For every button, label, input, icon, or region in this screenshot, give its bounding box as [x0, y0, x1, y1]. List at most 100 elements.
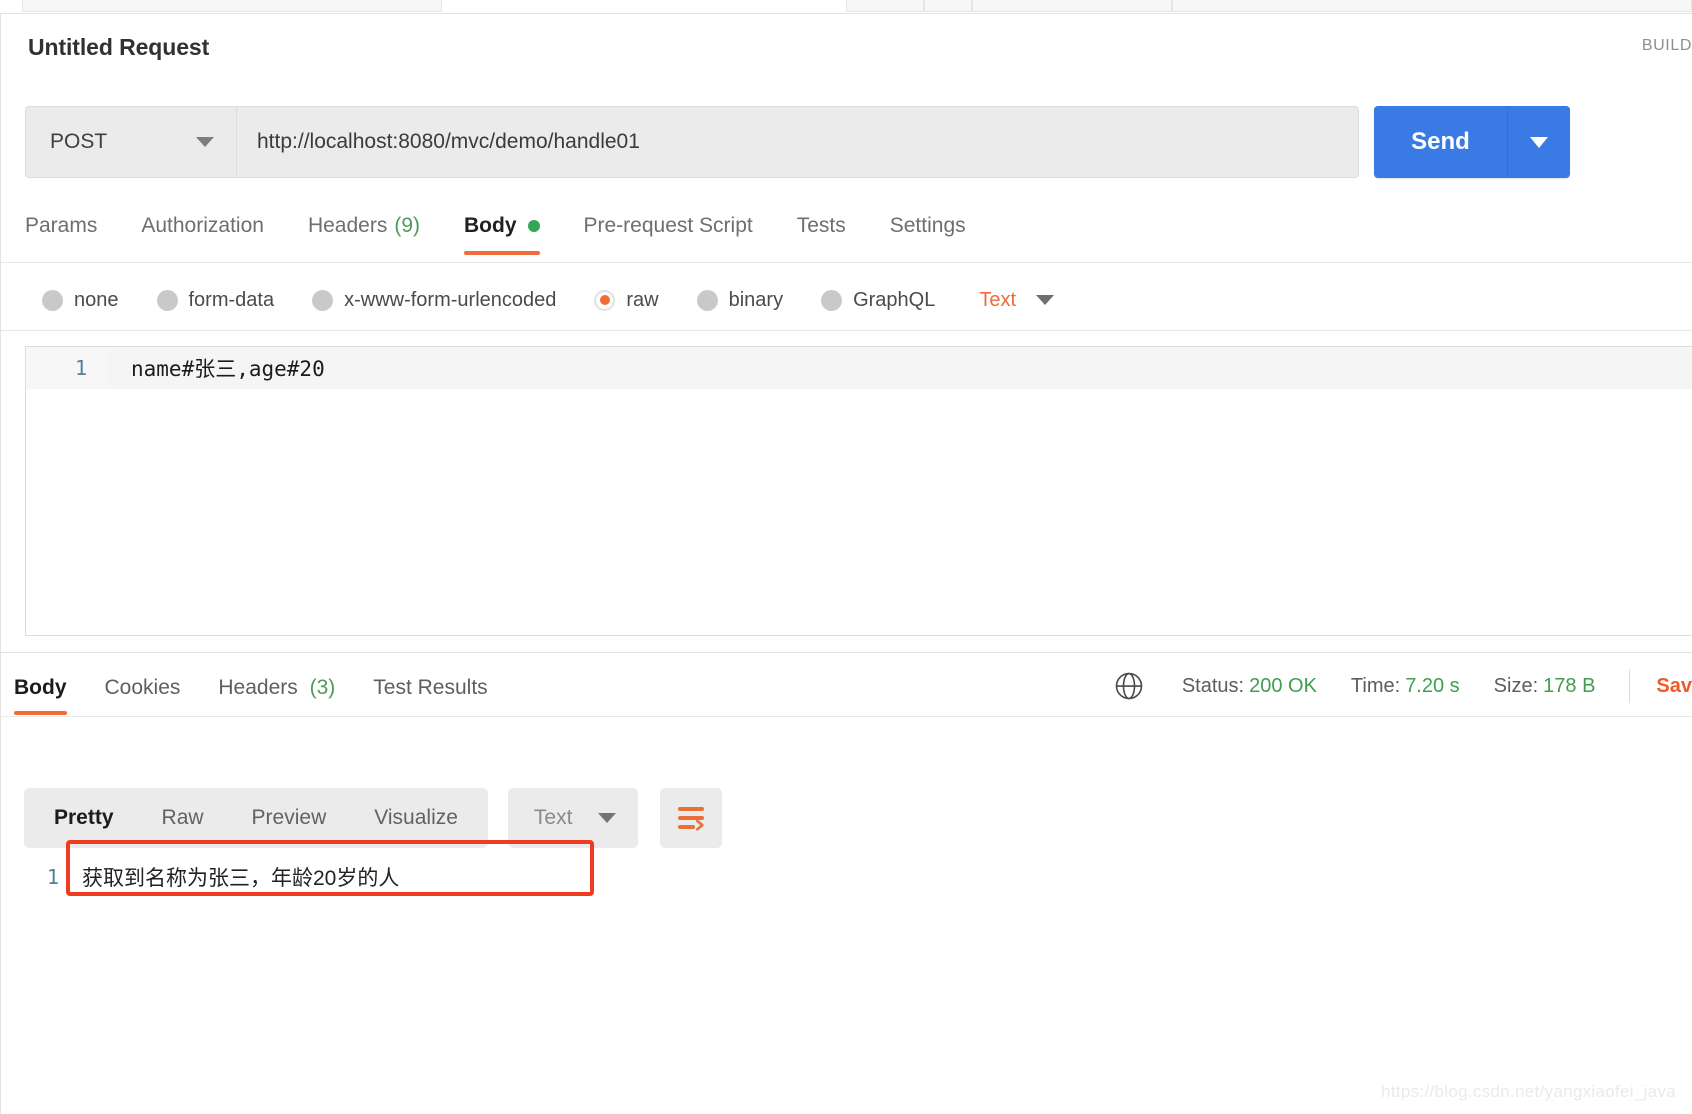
view-visualize-button[interactable]: Visualize [350, 788, 482, 848]
tab-label: Test Results [373, 676, 488, 699]
response-tab-headers[interactable]: Headers (3) [218, 668, 335, 708]
raw-format-select[interactable]: Text [979, 288, 1055, 312]
time-label: Time: [1350, 674, 1401, 697]
postman-request-window: Untitled Request BUILD POST http://local… [0, 0, 1692, 1114]
tab-authorization[interactable]: Authorization [141, 208, 264, 238]
app-tab-bar-strip [0, 0, 1692, 14]
active-tab-underline [14, 711, 67, 715]
body-type-form-data[interactable]: form-data [156, 288, 275, 312]
tab-settings[interactable]: Settings [890, 208, 966, 238]
radio-selected-icon [594, 289, 616, 311]
url-input[interactable]: http://localhost:8080/mvc/demo/handle01 [237, 107, 1358, 177]
size-value: 178 B [1543, 674, 1596, 697]
divider [0, 716, 1692, 717]
line-number: 1 [26, 347, 107, 389]
body-type-label: none [74, 288, 119, 311]
body-type-binary[interactable]: binary [696, 289, 783, 312]
app-tab-ghost[interactable] [924, 0, 972, 12]
body-type-x-www-form-urlencoded[interactable]: x-www-form-urlencoded [312, 289, 556, 312]
tab-label: Authorization [141, 214, 264, 237]
app-tab-ghost[interactable] [22, 0, 442, 12]
editor-empty-area[interactable] [26, 389, 1692, 635]
page-title: Untitled Request [28, 34, 210, 60]
tab-label: Cookies [104, 676, 181, 699]
app-tab-ghost[interactable] [846, 0, 924, 12]
body-type-label: x-www-form-urlencoded [344, 288, 557, 311]
request-tabs: Params Authorization Headers (9) Body Pr… [25, 208, 1010, 260]
body-type-raw[interactable]: raw [594, 288, 659, 312]
chevron-down-icon [598, 813, 617, 823]
status-meta: Status: 200 OK [1182, 675, 1317, 698]
radio-icon [696, 289, 718, 311]
body-type-none[interactable]: none [42, 289, 119, 312]
wrap-text-icon [678, 807, 705, 831]
view-raw-button[interactable]: Raw [138, 788, 228, 848]
view-preview-button[interactable]: Preview [228, 788, 351, 848]
radio-icon [156, 289, 178, 311]
tab-label: Tests [796, 214, 846, 237]
build-label: BUILD [1641, 37, 1692, 54]
tab-label: Params [25, 214, 98, 237]
tab-label: Body [464, 214, 517, 237]
body-type-graphql[interactable]: GraphQL [821, 289, 935, 312]
response-view-segmented: Pretty Raw Preview Visualize [24, 788, 488, 848]
time-value: 7.20 s [1405, 674, 1460, 697]
chevron-down-icon [196, 137, 214, 147]
active-tab-underline [464, 251, 540, 255]
tab-label: Pre-request Script [583, 214, 753, 237]
divider [1, 262, 1692, 263]
radio-icon [821, 289, 843, 311]
http-method-label: POST [50, 130, 108, 153]
size-meta: Size: 178 B [1494, 675, 1596, 698]
divider [0, 652, 1692, 653]
tab-label: Headers [307, 214, 388, 237]
request-body-text[interactable]: name#张三,age#20 [107, 347, 1692, 389]
divider [1629, 669, 1631, 703]
view-pretty-button[interactable]: Pretty [30, 788, 138, 848]
left-rail-divider [0, 14, 1, 1114]
raw-format-label: Text [979, 288, 1017, 311]
send-button[interactable]: Send [1374, 106, 1508, 178]
wrap-text-button[interactable] [660, 788, 723, 848]
divider [1, 330, 1692, 331]
line-number: 1 [46, 865, 60, 889]
status-label: Status: [1181, 674, 1245, 697]
tab-count: (9) [394, 214, 420, 237]
response-view-toolbar: Pretty Raw Preview Visualize Text [24, 788, 723, 848]
save-response-button[interactable]: Sav [1656, 675, 1692, 698]
url-bar: POST http://localhost:8080/mvc/demo/hand… [25, 106, 1359, 178]
tab-count: (3) [309, 676, 336, 699]
globe-icon [1115, 672, 1143, 700]
tab-label: Settings [889, 214, 966, 237]
response-body[interactable]: 1 获取到名称为张三，年龄20岁的人 [24, 852, 1684, 902]
response-tab-body[interactable]: Body [14, 668, 67, 715]
tab-label: Headers [218, 676, 298, 699]
tab-params[interactable]: Params [25, 208, 97, 238]
tab-tests[interactable]: Tests [797, 208, 846, 238]
send-button-group: Send [1374, 106, 1570, 178]
response-line: 1 获取到名称为张三，年龄20岁的人 [24, 852, 1684, 902]
http-method-select[interactable]: POST [26, 107, 237, 177]
body-type-label: raw [626, 288, 659, 311]
divider [0, 13, 1692, 14]
body-type-label: form-data [188, 288, 275, 311]
tab-headers[interactable]: Headers (9) [308, 208, 420, 238]
request-body-editor[interactable]: 1 name#张三,age#20 [25, 346, 1692, 636]
watermark: https://blog.csdn.net/yangxiaofei_java [1381, 1082, 1676, 1101]
body-type-options: none form-data x-www-form-urlencoded raw… [42, 280, 1055, 320]
tab-body[interactable]: Body [464, 208, 540, 255]
body-present-dot-icon [527, 220, 540, 232]
response-format-label: Text [533, 806, 573, 829]
send-options-button[interactable] [1508, 106, 1570, 178]
chevron-down-icon [1530, 136, 1548, 148]
tab-pre-request-script[interactable]: Pre-request Script [584, 208, 753, 238]
app-tab-ghost[interactable] [1172, 0, 1692, 12]
status-value: 200 OK [1249, 674, 1317, 697]
response-meta: Status: 200 OK Time: 7.20 s Size: 178 B Sav [1114, 664, 1692, 708]
radio-icon [312, 289, 334, 311]
editor-line: 1 name#张三,age#20 [26, 347, 1692, 389]
response-tab-cookies[interactable]: Cookies [105, 668, 181, 708]
response-format-select[interactable]: Text [507, 788, 639, 848]
app-tab-ghost[interactable] [972, 0, 1172, 12]
response-tab-test-results[interactable]: Test Results [373, 668, 487, 708]
